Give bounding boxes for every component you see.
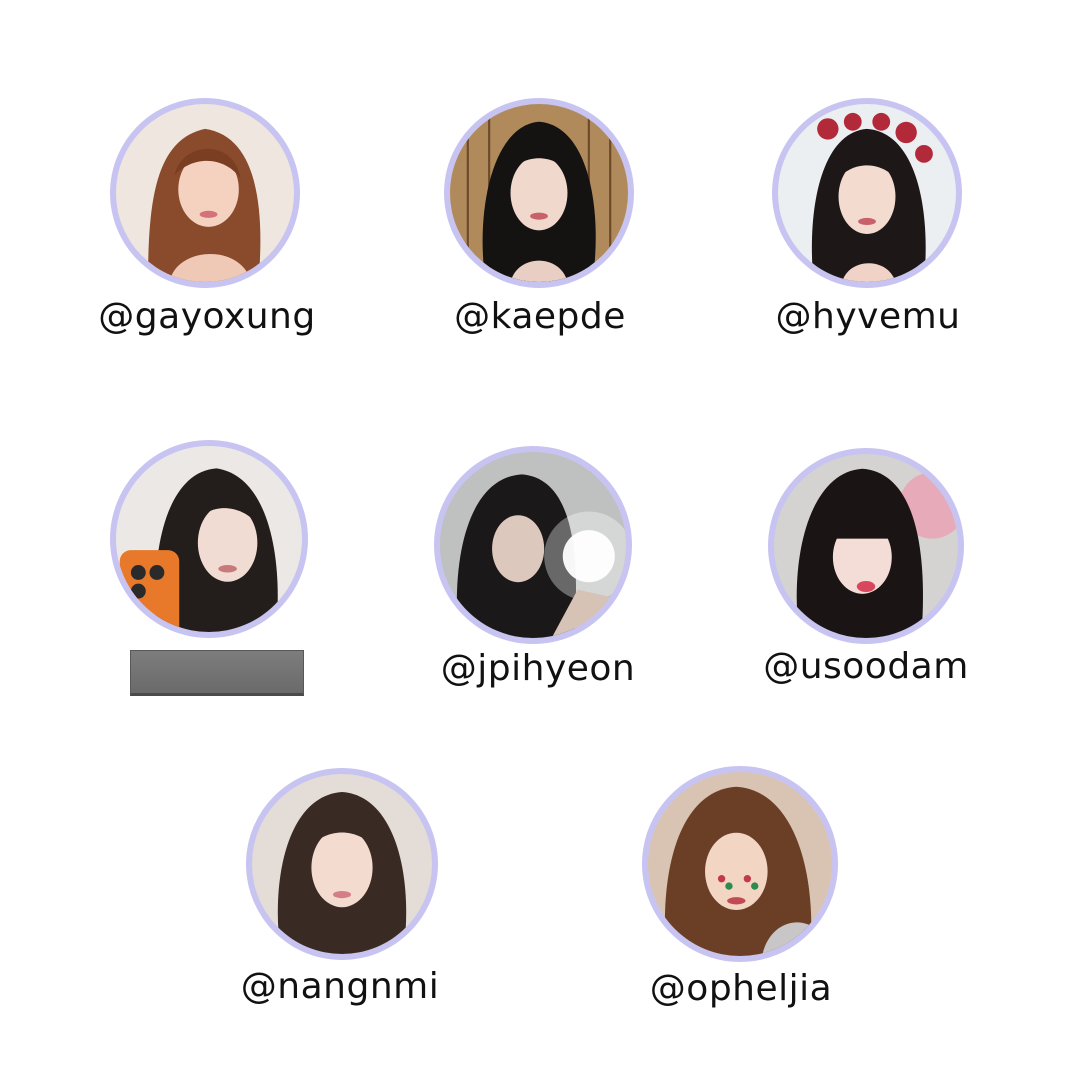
username-label: @opheljia <box>649 968 833 1009</box>
portrait-woman-phone-selfie-icon <box>116 446 302 632</box>
portrait-woman-bangs-icon <box>774 454 958 638</box>
avatar[interactable] <box>642 766 838 962</box>
username-label: @gayoxung <box>98 296 316 337</box>
avatar[interactable] <box>444 98 634 288</box>
redaction-bar <box>130 650 304 696</box>
avatar[interactable] <box>768 448 964 644</box>
avatar[interactable] <box>110 98 300 288</box>
portrait-woman-mirror-flash-icon <box>440 452 626 638</box>
portrait-woman-long-hair-icon <box>252 774 432 954</box>
avatar[interactable] <box>772 98 962 288</box>
portrait-woman-flower-crown-icon <box>778 104 956 282</box>
username-label: @kaepde <box>454 296 626 337</box>
portrait-woman-brown-hair-icon <box>116 104 294 282</box>
username-label: @nangnmi <box>240 966 440 1007</box>
portrait-woman-face-gems-icon <box>648 772 832 956</box>
avatar[interactable] <box>110 440 308 638</box>
avatar[interactable] <box>434 446 632 644</box>
username-label: @usoodam <box>763 646 969 687</box>
avatar[interactable] <box>246 768 438 960</box>
username-label: @jpihyeon <box>440 648 636 689</box>
portrait-woman-black-hair-icon <box>450 104 628 282</box>
username-label: @hyvemu <box>775 296 961 337</box>
